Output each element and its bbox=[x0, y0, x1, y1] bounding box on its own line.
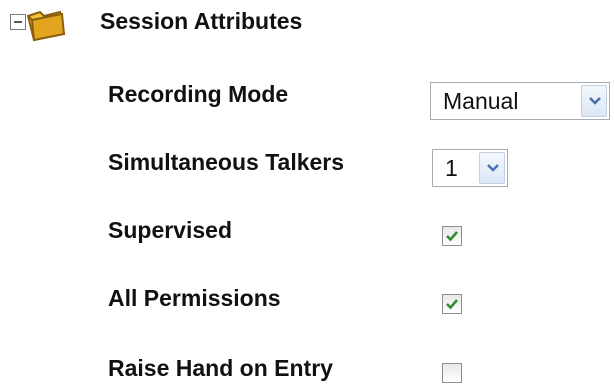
recording-mode-select[interactable]: Manual bbox=[430, 82, 610, 120]
chevron-down-icon[interactable] bbox=[479, 152, 505, 184]
recording-mode-label: Recording Mode bbox=[108, 81, 289, 107]
simultaneous-talkers-label: Simultaneous Talkers bbox=[108, 149, 345, 175]
supervised-checkbox[interactable] bbox=[442, 226, 462, 246]
checkmark-icon bbox=[446, 299, 458, 310]
supervised-label: Supervised bbox=[108, 217, 232, 243]
chevron-down-icon[interactable] bbox=[581, 85, 607, 117]
raise-hand-on-entry-label: Raise Hand on Entry bbox=[108, 355, 333, 381]
folder-icon bbox=[24, 6, 68, 42]
recording-mode-value: Manual bbox=[443, 88, 519, 114]
simultaneous-talkers-value: 1 bbox=[445, 155, 458, 181]
all-permissions-label: All Permissions bbox=[108, 285, 281, 311]
raise-hand-on-entry-checkbox[interactable] bbox=[442, 363, 462, 383]
section-title: Session Attributes bbox=[100, 8, 303, 34]
checkmark-icon bbox=[446, 231, 458, 242]
simultaneous-talkers-select[interactable]: 1 bbox=[432, 149, 508, 187]
all-permissions-checkbox[interactable] bbox=[442, 294, 462, 314]
